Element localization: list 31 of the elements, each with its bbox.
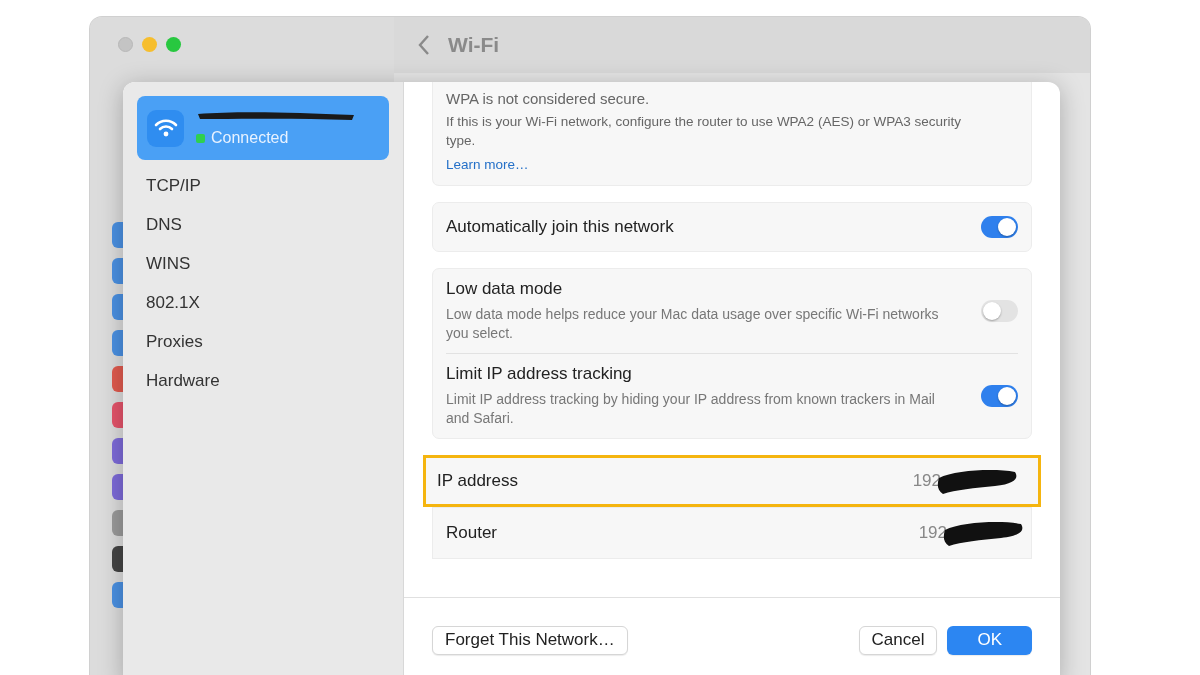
sidebar-item[interactable]: TCP/IP: [137, 166, 389, 205]
toggle-switch[interactable]: [981, 216, 1018, 238]
sidebar-item[interactable]: 802.1X: [137, 283, 389, 322]
sidebar-item[interactable]: DNS: [137, 205, 389, 244]
minimize-button[interactable]: [142, 37, 157, 52]
sidebar-item[interactable]: Proxies: [137, 322, 389, 361]
warning-text: If this is your Wi-Fi network, configure the router to use WPA2 (AES) or WPA3 security type.: [446, 113, 962, 150]
dialog-button[interactable]: Cancel: [858, 625, 938, 655]
info-label: Router: [446, 523, 498, 543]
close-button[interactable]: [118, 37, 133, 52]
zoom-button[interactable]: [166, 37, 181, 52]
setting-label: Low data mode: [446, 279, 564, 299]
dialog-button[interactable]: Forget This Network…: [432, 625, 628, 655]
info-value: 192: [912, 471, 941, 491]
ok-button[interactable]: OK: [947, 625, 1032, 655]
setting-label: Automatically join this network: [446, 217, 674, 237]
connection-status: Connected: [211, 129, 289, 147]
info-label: IP address: [437, 471, 518, 491]
learn-more-link[interactable]: Learn more…: [446, 157, 529, 172]
setting-description: Limit IP address tracking by hiding your IP address from known trackers in Mail and Safari.: [446, 390, 936, 428]
wifi-icon: [147, 109, 184, 147]
sidebar-item[interactable]: WINS: [137, 244, 389, 283]
window-title: Wi-Fi: [448, 33, 500, 57]
setting-description: Low data mode helps reduce your Mac data usage over specific Wi-Fi networks you select.: [446, 305, 940, 343]
info-value: 192: [918, 523, 947, 543]
sidebar-item[interactable]: Hardware: [137, 361, 389, 400]
back-icon[interactable]: [418, 34, 430, 56]
setting-label: Limit IP address tracking: [446, 364, 633, 384]
toggle-switch[interactable]: [981, 385, 1018, 407]
warning-heading: WPA is not considered secure.: [446, 90, 651, 107]
toggle-switch[interactable]: [981, 300, 1018, 322]
